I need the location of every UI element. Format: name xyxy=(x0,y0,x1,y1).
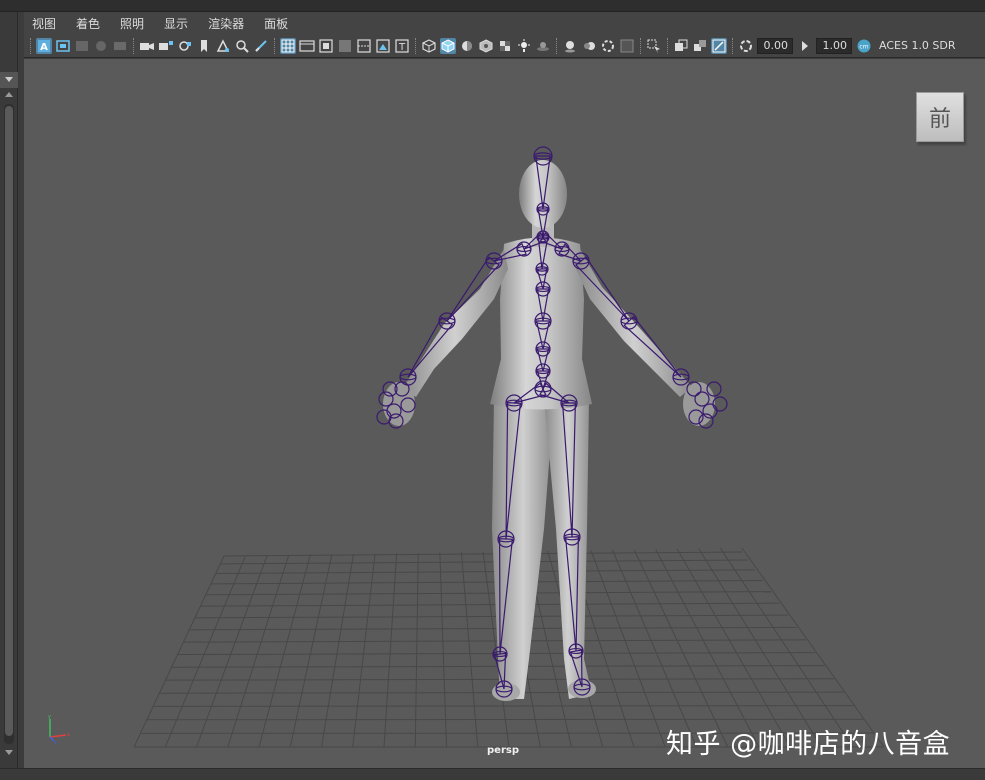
scroll-up-arrow-icon[interactable] xyxy=(5,92,13,97)
grease-brush-icon[interactable] xyxy=(253,38,269,54)
pan-zoom-icon[interactable] xyxy=(234,38,250,54)
color-management-icon[interactable]: cm xyxy=(856,38,872,54)
textured-cube-icon[interactable] xyxy=(478,38,494,54)
shadows-icon[interactable] xyxy=(535,38,551,54)
checker-texture-icon[interactable] xyxy=(497,38,513,54)
wireframe-cube-icon[interactable] xyxy=(421,38,437,54)
text-overlay-icon[interactable]: T xyxy=(394,38,410,54)
bottom-strip xyxy=(0,768,985,780)
camera-name-label: persp xyxy=(487,745,519,756)
image-plane-icon[interactable] xyxy=(93,38,109,54)
menu-renderer[interactable]: 渲染器 xyxy=(208,15,244,32)
menu-show[interactable]: 显示 xyxy=(164,15,188,32)
gate-mask-icon[interactable] xyxy=(337,38,353,54)
grid-icon[interactable] xyxy=(280,37,296,54)
gamma-icon[interactable] xyxy=(797,38,813,54)
svg-text:A: A xyxy=(40,42,48,53)
toolbar-separator xyxy=(667,37,669,54)
character-mesh xyxy=(383,160,715,701)
default-material-icon[interactable] xyxy=(459,38,475,54)
scrollbar-thumb[interactable] xyxy=(5,106,13,736)
bookmark-flag-icon[interactable] xyxy=(196,38,212,54)
exposure-field[interactable]: 0.00 xyxy=(757,37,793,54)
gamma-field[interactable]: 1.00 xyxy=(816,37,852,54)
field-chart-icon[interactable] xyxy=(356,38,372,54)
anti-aliasing-icon[interactable] xyxy=(600,38,616,54)
smooth-shade-cube-icon[interactable] xyxy=(440,37,456,54)
camera-attributes-icon[interactable] xyxy=(55,38,71,54)
resolution-gate-icon[interactable] xyxy=(318,38,334,54)
screen-space-ao-icon[interactable] xyxy=(562,38,578,54)
watermark-text: 知乎 @咖啡店的八音盒 xyxy=(666,729,951,760)
view-transform-label[interactable]: ACES 1.0 SDR xyxy=(879,39,956,52)
panel-toolbar: A T 0.00 1.00 cm ACES 1.0 SDR xyxy=(24,34,985,58)
toolbar-separator xyxy=(274,37,276,54)
svg-text:T: T xyxy=(398,42,406,53)
film-gate-icon[interactable] xyxy=(299,38,315,54)
exposure-icon[interactable] xyxy=(738,38,754,54)
viewport-scene xyxy=(133,146,885,748)
perspective-viewport[interactable]: 前 y x z persp 知乎 @咖啡店的八音盒 xyxy=(24,59,985,768)
left-dock xyxy=(0,12,18,772)
toolbar-separator xyxy=(133,37,135,54)
bookmark-icon[interactable] xyxy=(74,38,90,54)
toolbar-separator xyxy=(640,37,642,54)
depth-of-field-icon[interactable] xyxy=(619,38,635,54)
menu-panels[interactable]: 面板 xyxy=(264,15,288,32)
xray-icon[interactable] xyxy=(692,38,708,54)
axis-gizmo-icon: y x z xyxy=(48,714,70,745)
svg-text:z: z xyxy=(54,740,57,745)
xray-joints-icon[interactable] xyxy=(711,37,727,54)
toolbar-separator xyxy=(30,37,32,54)
toolbar-separator xyxy=(556,37,558,54)
isolate-select-icon[interactable] xyxy=(673,38,689,54)
motion-blur-icon[interactable] xyxy=(581,38,597,54)
menu-view[interactable]: 视图 xyxy=(32,15,56,32)
toolbar-separator xyxy=(732,37,734,54)
title-strip xyxy=(0,0,985,12)
svg-text:x: x xyxy=(67,732,70,738)
scroll-down-arrow-icon[interactable] xyxy=(5,750,13,755)
select-camera-icon[interactable]: A xyxy=(36,37,52,54)
menu-lighting[interactable]: 照明 xyxy=(120,15,144,32)
view-cube[interactable]: 前 xyxy=(916,92,964,142)
grease-pencil-icon[interactable] xyxy=(112,38,128,54)
safe-title-icon[interactable] xyxy=(375,38,391,54)
toolbar-separator xyxy=(415,37,417,54)
menu-shading[interactable]: 着色 xyxy=(76,15,100,32)
camera-resolution-gate-icon[interactable] xyxy=(177,38,193,54)
camera-icon[interactable] xyxy=(139,38,155,54)
xray-select-icon[interactable] xyxy=(646,38,662,54)
camera-film-gate-icon[interactable] xyxy=(158,38,174,54)
safe-action-icon[interactable] xyxy=(215,38,231,54)
finger-joint xyxy=(712,396,728,412)
lighting-icon[interactable] xyxy=(516,38,532,54)
dock-collapse-toggle[interactable] xyxy=(0,72,18,88)
svg-text:y: y xyxy=(48,714,51,720)
panel-menubar: 视图 着色 照明 显示 渲染器 面板 xyxy=(24,12,985,34)
svg-text:cm: cm xyxy=(859,43,868,50)
